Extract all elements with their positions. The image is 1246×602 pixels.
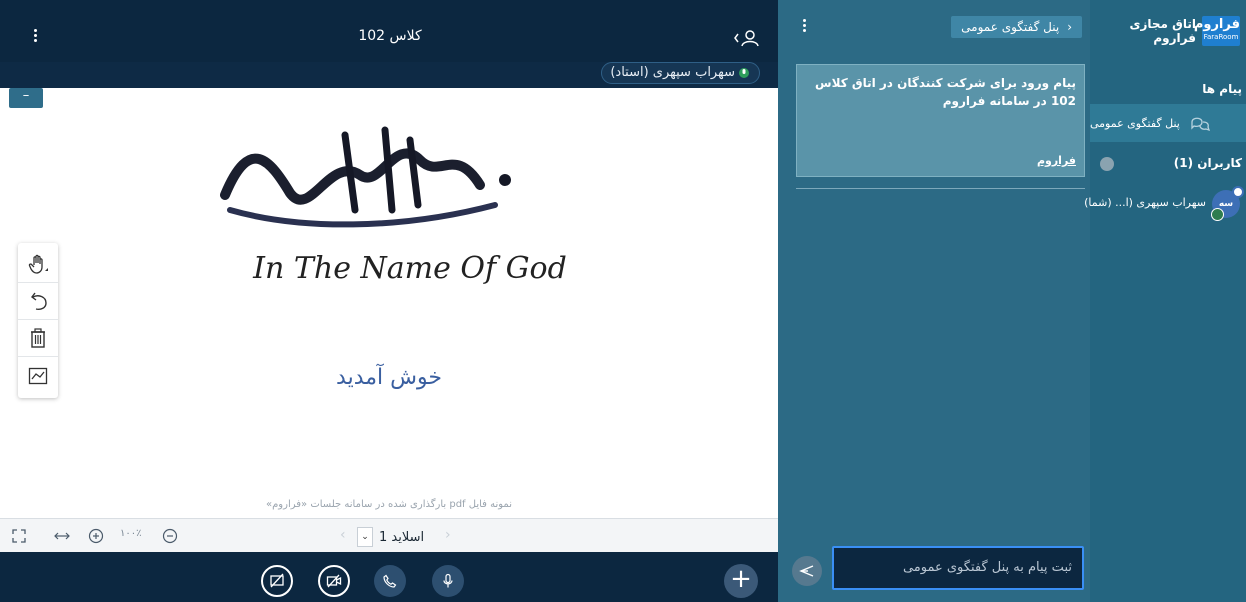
- faraRoom-logo: فراروم FaraRoom: [1194, 16, 1240, 46]
- chevron-left-icon: ‹: [1067, 20, 1072, 34]
- chat-welcome-link[interactable]: فراروم: [1037, 152, 1076, 170]
- audio-call-button[interactable]: [374, 565, 406, 597]
- public-chat-label: پنل گفتگوی عمومی: [1090, 116, 1180, 130]
- chat-menu-icon[interactable]: [798, 17, 810, 35]
- action-bar: +: [0, 552, 778, 602]
- send-icon: [799, 565, 814, 577]
- whiteboard-toolbar: [18, 243, 58, 398]
- calligraphy-image: In The Name Of God: [220, 126, 567, 286]
- fit-width-button[interactable]: [52, 526, 72, 546]
- slide-selector-label: اسلاید 1: [379, 529, 425, 545]
- users-section-title: کاربران (1): [1173, 156, 1242, 170]
- zoom-in-icon: [88, 528, 104, 544]
- microphone-icon: [443, 573, 453, 588]
- public-chat-item[interactable]: پنل گفتگوی عمومی: [1090, 104, 1246, 142]
- slide-welcome-text: خوش آمدید: [336, 365, 442, 390]
- zoom-out-icon: [162, 528, 178, 544]
- clear-annotations-button[interactable]: [18, 320, 58, 357]
- fit-width-icon: [54, 532, 70, 540]
- hand-tool-button[interactable]: [18, 246, 58, 283]
- trash-icon: [31, 328, 45, 348]
- toggle-users-button[interactable]: [733, 27, 763, 49]
- chat-bubbles-icon: [1191, 117, 1210, 132]
- zoom-level: ۱۰۰٪: [120, 528, 142, 539]
- user-list-item[interactable]: سه سهراب سپهری (ا... (شما): [1084, 186, 1246, 224]
- presenter-badge: سهراب سپهری (استاد): [601, 62, 760, 84]
- undo-button[interactable]: [18, 283, 58, 320]
- chat-message-input[interactable]: ثبت پیام به پنل گفتگوی عمومی: [832, 546, 1084, 590]
- hand-icon: [28, 254, 48, 274]
- presenter-mic-icon: [739, 68, 749, 78]
- presentation-menu-icon[interactable]: [29, 27, 41, 45]
- chart-icon: [28, 367, 48, 384]
- presentation-title: کلاس 102: [358, 28, 422, 44]
- slide-selector[interactable]: اسلاید 1 ⌄: [357, 526, 424, 548]
- video-button[interactable]: [318, 565, 350, 597]
- mic-status-icon: [1211, 208, 1224, 221]
- undo-icon: [31, 292, 47, 310]
- chat-welcome-message: پیام ورود برای شرکت کنندگان در اتاق کلاس…: [796, 64, 1085, 177]
- messages-section-title: پیام ها: [1202, 82, 1242, 96]
- brand: فراروم FaraRoom اتاق مجازی فراروم: [1090, 16, 1240, 46]
- actions-menu-button[interactable]: +: [724, 564, 758, 598]
- fullscreen-button[interactable]: [9, 526, 29, 546]
- slide-footnote: نمونه فایل pdf بارگذاری شده در سامانه جل…: [266, 499, 512, 510]
- user-sidebar: فراروم FaraRoom اتاق مجازی فراروم پیام ه…: [1084, 0, 1246, 602]
- minimize-presentation-button[interactable]: –: [9, 88, 43, 108]
- send-message-button[interactable]: [792, 556, 822, 586]
- zoom-out-button[interactable]: [160, 526, 180, 546]
- next-slide-button[interactable]: ›: [445, 527, 451, 543]
- users-header: کاربران (1): [1090, 152, 1246, 176]
- gear-icon[interactable]: [1100, 157, 1114, 171]
- user-name: سهراب سپهری (ا... (شما): [1084, 196, 1206, 209]
- video-off-icon: [326, 574, 342, 588]
- presentation-area: کلاس 102 سهراب سپهری (استاد) – In The Na…: [0, 0, 778, 602]
- microphone-button[interactable]: [432, 565, 464, 597]
- chat-welcome-text: پیام ورود برای شرکت کنندگان در اتاق کلاس…: [815, 76, 1076, 108]
- presenter-name: سهراب سپهری (استاد): [610, 65, 735, 80]
- chat-panel: ‹ پنل گفتگوی عمومی پیام ورود برای شرکت ک…: [778, 0, 1090, 602]
- slide-controls-bar: ۱۰۰٪ ‹ اسلاید 1 ⌄ ›: [0, 518, 778, 552]
- chat-divider: [796, 188, 1085, 189]
- slide-header-text: In The Name Of God: [252, 251, 567, 286]
- fullscreen-icon: [12, 529, 26, 543]
- multi-user-whiteboard-button[interactable]: [18, 357, 58, 394]
- screen-share-off-icon: [270, 573, 284, 588]
- chat-title-button[interactable]: ‹ پنل گفتگوی عمومی: [951, 16, 1082, 38]
- phone-icon: [383, 574, 397, 588]
- chat-title: پنل گفتگوی عمومی: [961, 20, 1060, 34]
- chat-header: ‹ پنل گفتگوی عمومی: [778, 0, 1090, 40]
- presentation-topbar: کلاس 102: [0, 0, 778, 62]
- zoom-in-button[interactable]: [86, 526, 106, 546]
- screen-share-button[interactable]: [261, 565, 293, 597]
- chevron-down-icon: ⌄: [357, 527, 373, 547]
- presenter-badge-icon: [1232, 186, 1244, 198]
- user-toggle-icon: [734, 30, 759, 47]
- room-name: اتاق مجازی فراروم: [1129, 17, 1196, 45]
- previous-slide-button[interactable]: ‹: [340, 527, 346, 543]
